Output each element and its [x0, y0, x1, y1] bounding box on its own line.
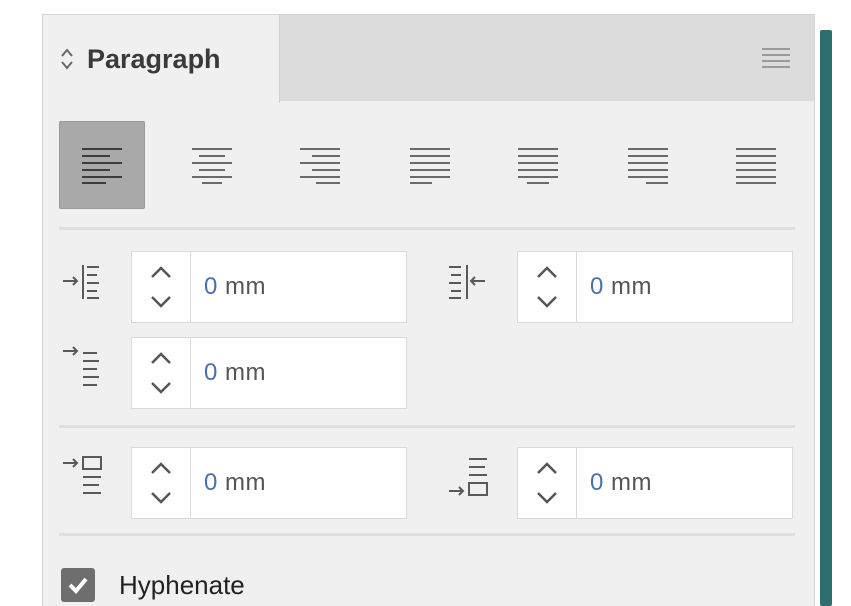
right-indent-value[interactable]: 0 mm	[590, 252, 652, 322]
up-down-chevron-icon[interactable]	[57, 44, 77, 74]
stepper-arrows-icon	[151, 462, 171, 504]
stepper-arrows-icon	[151, 352, 171, 394]
stepper-arrows-icon	[537, 462, 557, 504]
space-after-field[interactable]: 0 mm	[517, 447, 793, 519]
justify-all-button[interactable]	[713, 121, 799, 209]
panel-title: Paragraph	[87, 43, 221, 74]
stepper-arrows-icon	[151, 266, 171, 308]
space-after-value[interactable]: 0 mm	[590, 448, 652, 518]
tab-paragraph[interactable]: Paragraph	[43, 15, 280, 103]
align-left-button[interactable]	[59, 121, 145, 209]
justify-last-left-button[interactable]	[387, 121, 473, 209]
align-right-icon	[300, 148, 340, 184]
hamburger-menu-icon[interactable]	[760, 47, 792, 69]
space-before-stepper[interactable]	[132, 448, 191, 518]
left-indent-field[interactable]: 0 mm	[131, 251, 407, 323]
align-left-icon	[82, 148, 122, 184]
paragraph-panel: Paragraph 0 mm 0 mm 0 mm 0 mm 0 mm Hyphe…	[42, 14, 815, 606]
justify-last-right-button[interactable]	[605, 121, 691, 209]
align-center-button[interactable]	[169, 121, 255, 209]
justify-last-center-button[interactable]	[495, 121, 581, 209]
justify-last-right-icon	[628, 148, 668, 184]
first-line-indent-icon	[61, 345, 111, 395]
hyphenate-checkbox[interactable]	[61, 568, 95, 602]
right-indent-stepper[interactable]	[518, 252, 577, 322]
panel-shadow	[820, 30, 832, 606]
left-indent-stepper[interactable]	[132, 252, 191, 322]
space-before-value[interactable]: 0 mm	[204, 448, 266, 518]
stepper-arrows-icon	[537, 266, 557, 308]
first-line-indent-field[interactable]: 0 mm	[131, 337, 407, 409]
divider	[59, 533, 795, 536]
justify-last-center-icon	[518, 148, 558, 184]
space-after-stepper[interactable]	[518, 448, 577, 518]
panel-tab-bar: Paragraph	[43, 15, 814, 103]
checkmark-icon	[68, 577, 88, 594]
align-center-icon	[192, 148, 232, 184]
left-indent-icon	[61, 259, 111, 309]
first-line-indent-value[interactable]: 0 mm	[204, 338, 266, 408]
justify-all-icon	[736, 148, 776, 184]
right-indent-icon	[447, 259, 497, 309]
space-before-field[interactable]: 0 mm	[131, 447, 407, 519]
alignment-toolbar	[59, 121, 799, 209]
space-after-icon	[447, 455, 497, 505]
justify-last-left-icon	[410, 148, 450, 184]
hyphenate-label[interactable]: Hyphenate	[119, 570, 245, 601]
first-line-indent-stepper[interactable]	[132, 338, 191, 408]
hyphenate-row: Hyphenate	[61, 565, 245, 605]
divider	[59, 227, 795, 230]
space-before-icon	[61, 455, 111, 505]
left-indent-value[interactable]: 0 mm	[204, 252, 266, 322]
align-right-button[interactable]	[277, 121, 363, 209]
right-indent-field[interactable]: 0 mm	[517, 251, 793, 323]
divider	[59, 425, 795, 428]
